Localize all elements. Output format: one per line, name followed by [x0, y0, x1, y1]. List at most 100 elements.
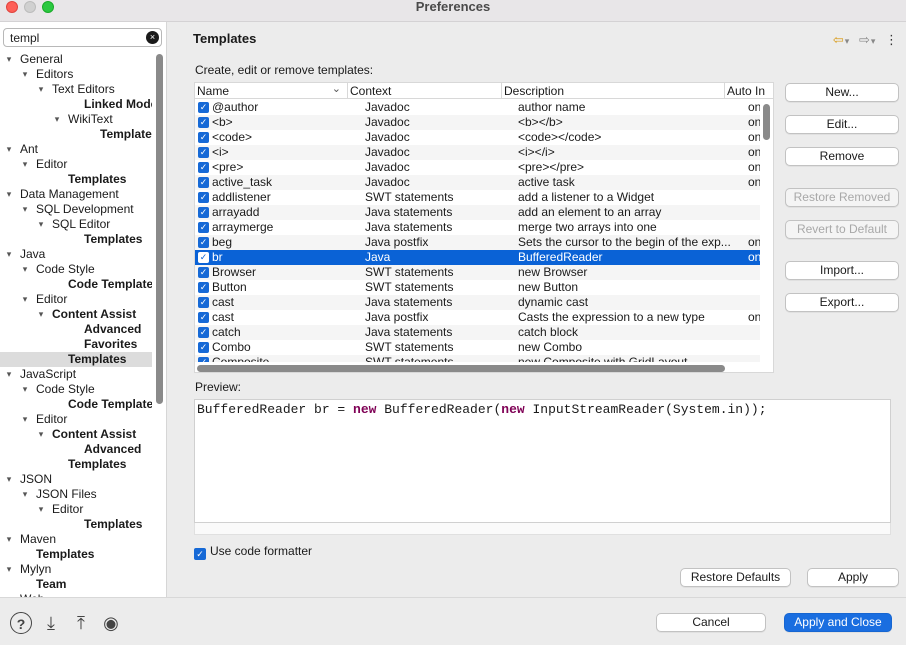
tree-item[interactable]: ▾ SQL Editor: [0, 217, 152, 232]
expand-chevron-icon[interactable]: ▾: [20, 487, 30, 502]
expand-chevron-icon[interactable]: ▾: [20, 67, 30, 82]
expand-chevron-icon[interactable]: ▾: [4, 472, 14, 487]
table-row[interactable]: ✓ catch Java statements catch block: [195, 325, 760, 340]
column-header-name[interactable]: Name ⌄: [195, 83, 348, 99]
table-scroll-thumb[interactable]: [763, 104, 770, 140]
column-header-context[interactable]: Context: [348, 83, 502, 99]
row-checkbox-icon[interactable]: ✓: [198, 132, 209, 143]
preview-horizontal-scrollbar[interactable]: [194, 523, 891, 535]
expand-chevron-icon[interactable]: ▾: [36, 217, 46, 232]
clear-filter-icon[interactable]: ×: [146, 31, 159, 44]
expand-chevron-icon[interactable]: ▾: [36, 427, 46, 442]
expand-chevron-icon[interactable]: ▾: [20, 262, 30, 277]
expand-chevron-icon[interactable]: ▾: [4, 532, 14, 547]
tree-item[interactable]: Templates: [0, 172, 152, 187]
expand-chevron-icon[interactable]: ▾: [4, 142, 14, 157]
tree-item[interactable]: ▾ General: [0, 52, 152, 67]
tree-item[interactable]: Code Templates: [0, 277, 152, 292]
help-icon[interactable]: ?: [10, 612, 32, 634]
table-row[interactable]: ✓ Browser SWT statements new Browser: [195, 265, 760, 280]
record-icon[interactable]: ◉: [100, 612, 122, 634]
row-checkbox-icon[interactable]: ✓: [198, 162, 209, 173]
tree-item[interactable]: ▾ Editor: [0, 412, 152, 427]
sidebar-scroll-thumb[interactable]: [156, 54, 163, 404]
restore-removed-button[interactable]: Restore Removed: [785, 188, 899, 207]
apply-and-close-button[interactable]: Apply and Close: [784, 613, 892, 632]
expand-chevron-icon[interactable]: ▾: [20, 157, 30, 172]
tree-item[interactable]: Linked Mode: [0, 97, 152, 112]
row-checkbox-icon[interactable]: ✓: [198, 192, 209, 203]
column-header-description[interactable]: Description: [502, 83, 725, 99]
expand-chevron-icon[interactable]: ▾: [4, 367, 14, 382]
table-row[interactable]: ✓ arrayadd Java statements add an element t…: [195, 205, 760, 220]
tree-item[interactable]: ▾ Content Assist: [0, 427, 152, 442]
row-checkbox-icon[interactable]: ✓: [198, 117, 209, 128]
table-row[interactable]: ✓ Combo SWT statements new Combo: [195, 340, 760, 355]
expand-chevron-icon[interactable]: ▾: [4, 562, 14, 577]
table-row[interactable]: ✓ cast Java statements dynamic cast: [195, 295, 760, 310]
export-preferences-icon[interactable]: ⤒: [70, 612, 92, 634]
row-checkbox-icon[interactable]: ✓: [198, 267, 209, 278]
expand-chevron-icon[interactable]: ▾: [20, 292, 30, 307]
expand-chevron-icon[interactable]: ▾: [36, 502, 46, 517]
import-button[interactable]: Import...: [785, 261, 899, 280]
tree-item[interactable]: Templates: [0, 352, 152, 367]
new-button[interactable]: New...: [785, 83, 899, 102]
tree-item[interactable]: Templates: [0, 547, 152, 562]
expand-chevron-icon[interactable]: ▾: [4, 247, 14, 262]
cancel-button[interactable]: Cancel: [656, 613, 766, 632]
export-button[interactable]: Export...: [785, 293, 899, 312]
row-checkbox-icon[interactable]: ✓: [198, 147, 209, 158]
tree-item[interactable]: ▾ Code Style: [0, 382, 152, 397]
tree-item[interactable]: ▾ Editor: [0, 157, 152, 172]
expand-chevron-icon[interactable]: ▾: [52, 112, 62, 127]
table-row[interactable]: ✓active_task Javadoc active task on: [195, 175, 760, 190]
row-checkbox-icon[interactable]: ✓: [198, 312, 209, 323]
row-checkbox-icon[interactable]: ✓: [198, 207, 209, 218]
expand-chevron-icon[interactable]: ▾: [4, 187, 14, 202]
table-row[interactable]: ✓ arraymerge Java statements merge two arra…: [195, 220, 760, 235]
table-row[interactable]: ✓<code> Javadoc <code></code> on: [195, 130, 760, 145]
row-checkbox-icon[interactable]: ✓: [198, 222, 209, 233]
apply-button[interactable]: Apply: [807, 568, 899, 587]
tree-item[interactable]: Templates: [0, 517, 152, 532]
expand-chevron-icon[interactable]: ▾: [20, 412, 30, 427]
table-vertical-scrollbar[interactable]: [761, 100, 773, 362]
expand-chevron-icon[interactable]: ▾: [20, 382, 30, 397]
tree-item[interactable]: ▾ Ant: [0, 142, 152, 157]
forward-arrow-icon[interactable]: ⇨: [859, 32, 870, 47]
tree-item[interactable]: ▾ Maven: [0, 532, 152, 547]
forward-menu-icon[interactable]: ▾: [871, 36, 876, 46]
row-checkbox-icon[interactable]: ✓: [198, 342, 209, 353]
revert-to-default-button[interactable]: Revert to Default: [785, 220, 899, 239]
tree-item[interactable]: Templates: [0, 127, 152, 142]
table-row[interactable]: ✓<pre> Javadoc <pre></pre> on: [195, 160, 760, 175]
import-preferences-icon[interactable]: ⤓: [40, 612, 62, 634]
table-row[interactable]: ✓<i> Javadoc <i></i> on: [195, 145, 760, 160]
expand-chevron-icon[interactable]: ▾: [36, 82, 46, 97]
table-horizontal-scrollbar[interactable]: [195, 362, 761, 372]
back-menu-icon[interactable]: ▾: [845, 36, 850, 46]
tree-item[interactable]: Advanced: [0, 442, 152, 457]
expand-chevron-icon[interactable]: ▾: [4, 52, 14, 67]
restore-defaults-button[interactable]: Restore Defaults: [680, 568, 791, 587]
use-code-formatter-checkbox[interactable]: ✓ Use code formatter: [194, 544, 312, 560]
table-row[interactable]: ✓ cast Java postfix Casts the expression to…: [195, 310, 760, 325]
tree-item[interactable]: Favorites: [0, 337, 152, 352]
filter-field[interactable]: ×: [3, 28, 162, 47]
table-hscroll-thumb[interactable]: [197, 365, 725, 372]
row-checkbox-icon[interactable]: ✓: [198, 237, 209, 248]
row-checkbox-icon[interactable]: ✓: [198, 282, 209, 293]
table-row[interactable]: ✓ Composite SWT statements new Composite wi…: [195, 355, 760, 362]
tree-item[interactable]: ▾ Text Editors: [0, 82, 152, 97]
tree-item[interactable]: Team: [0, 577, 152, 592]
tree-item[interactable]: ▾ Editor: [0, 292, 152, 307]
tree-item[interactable]: ▾ JSON Files: [0, 487, 152, 502]
expand-chevron-icon[interactable]: ▾: [36, 307, 46, 322]
tree-item[interactable]: Templates: [0, 232, 152, 247]
tree-item[interactable]: ▾ JSON: [0, 472, 152, 487]
tree-item[interactable]: ▾ SQL Development: [0, 202, 152, 217]
tree-item[interactable]: Advanced: [0, 322, 152, 337]
filter-input[interactable]: [10, 31, 140, 45]
table-row[interactable]: ✓ addlistener SWT statements add a listener…: [195, 190, 760, 205]
